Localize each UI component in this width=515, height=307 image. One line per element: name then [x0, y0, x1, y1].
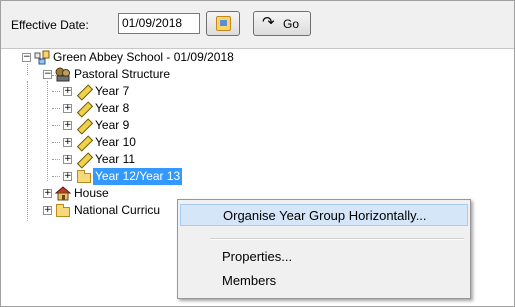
menu-separator [210, 238, 464, 240]
tree-node-label: Green Abbey School - 01/09/2018 [53, 50, 234, 64]
structure-panel: Effective Date: 01/09/2018 ↷ Go − Green … [0, 0, 515, 307]
collapse-icon[interactable]: − [22, 53, 31, 62]
tree-node-label: Year 11 [95, 152, 136, 166]
toolbar: Effective Date: 01/09/2018 ↷ Go [1, 1, 514, 49]
year-group-icon [76, 101, 94, 118]
tree-node-label-selected: Year 12/Year 13 [93, 168, 183, 185]
folder-icon [76, 169, 92, 184]
pastoral-structure-icon [55, 67, 71, 82]
menu-item-label: Members [222, 273, 277, 288]
year-group-icon [76, 118, 94, 135]
context-menu: Organise Year Group Horizontally... Prop… [177, 199, 471, 299]
menu-item-properties[interactable]: Properties... [180, 246, 468, 268]
expand-icon[interactable]: + [63, 121, 72, 130]
tree-node-label: National Curricu [74, 203, 161, 217]
menu-item-label: Properties... [222, 249, 293, 264]
calendar-button[interactable] [206, 11, 240, 36]
collapse-icon[interactable]: − [43, 70, 52, 79]
effective-date-input[interactable]: 01/09/2018 [118, 13, 200, 34]
go-button-label: Go [283, 17, 300, 31]
year-group-icon [76, 84, 94, 101]
house-icon [54, 186, 72, 201]
tree-node-label: Year 7 [95, 84, 130, 98]
tree-node-label: Year 10 [95, 135, 136, 149]
school-structure-icon [34, 50, 50, 65]
tree-node-label: Year 9 [95, 118, 130, 132]
menu-item-label: Organise Year Group Horizontally... [223, 208, 427, 223]
go-arrow-icon: ↷ [262, 14, 275, 31]
expand-icon[interactable]: + [43, 189, 52, 198]
expand-icon[interactable]: + [63, 87, 72, 96]
expand-icon[interactable]: + [63, 104, 72, 113]
year-group-icon [76, 152, 94, 169]
tree-node-label: House [74, 186, 109, 200]
calendar-icon [216, 16, 231, 31]
tree-node-label: Pastoral Structure [74, 67, 171, 81]
tree-node-label: Year 8 [95, 101, 130, 115]
year-group-icon [76, 135, 94, 152]
folder-icon [55, 203, 71, 218]
go-button[interactable]: ↷ Go [253, 11, 311, 36]
expand-icon[interactable]: + [63, 138, 72, 147]
expand-icon[interactable]: + [63, 172, 72, 181]
expand-icon[interactable]: + [43, 206, 52, 215]
menu-item-members[interactable]: Members [180, 270, 468, 292]
expand-icon[interactable]: + [63, 155, 72, 164]
menu-item-organise-horizontally[interactable]: Organise Year Group Horizontally... [180, 204, 468, 226]
effective-date-label: Effective Date: [11, 18, 89, 32]
